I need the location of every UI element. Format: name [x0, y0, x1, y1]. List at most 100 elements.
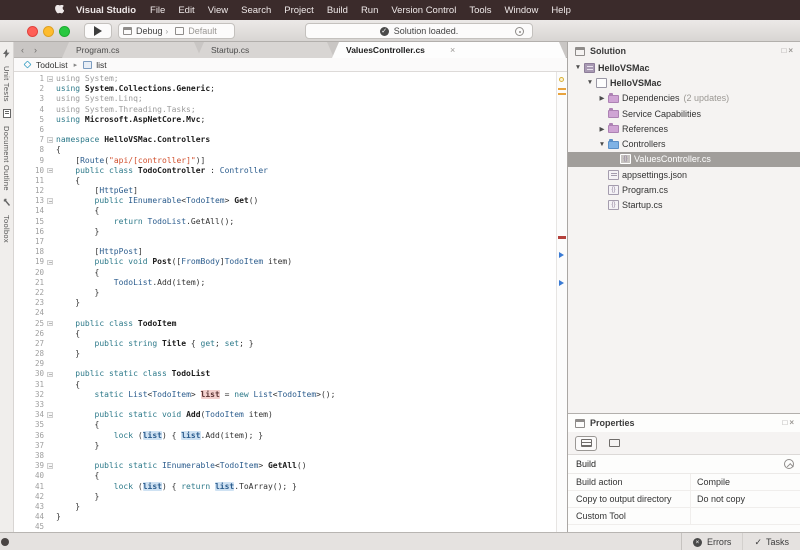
line-number: 10	[14, 166, 44, 176]
menu-item-tools[interactable]: Tools	[469, 5, 491, 16]
code-token: Post	[152, 257, 171, 266]
line-number: 15	[14, 217, 44, 227]
chevron-down-icon[interactable]: ▼	[586, 79, 594, 86]
code-line: 44}	[14, 512, 556, 522]
tab-program-cs[interactable]: Program.cs	[62, 42, 201, 58]
menu-item-project[interactable]: Project	[284, 5, 314, 16]
code-token: TodoItem	[225, 257, 264, 266]
fold-marker-icon[interactable]	[47, 168, 53, 174]
property-label: Copy to output directory	[568, 491, 691, 507]
close-window-button[interactable]	[27, 26, 38, 37]
chevron-down-icon[interactable]: ▼	[574, 64, 582, 71]
sidebar-tab-unit-tests[interactable]: Unit Tests	[0, 48, 13, 102]
fold-marker-icon[interactable]	[47, 137, 53, 143]
folder-purple-icon	[608, 125, 619, 133]
properties-view-button[interactable]	[575, 436, 597, 451]
navigate-forward-button[interactable]: ›	[34, 45, 37, 55]
property-row-custom-tool[interactable]: Custom Tool	[568, 508, 800, 525]
breadcrumb-member[interactable]: list	[96, 60, 106, 70]
highlighted-symbol: list	[215, 482, 234, 491]
tree-item-references[interactable]: ▶References	[568, 121, 800, 136]
vs-mac-window: Visual Studio File Edit View Search Project B…	[0, 0, 800, 550]
menu-item-window[interactable]: Window	[505, 5, 539, 16]
tree-item-startup-cs[interactable]: Startup.cs	[568, 198, 800, 213]
code-editor[interactable]: 1using System;2using System.Collections.…	[14, 72, 556, 532]
run-configuration-selector[interactable]: Debug › Default	[118, 23, 235, 39]
code-token	[56, 369, 75, 378]
code-token: TodoItem	[138, 319, 177, 328]
apple-icon[interactable]	[55, 5, 64, 16]
menu-item-file[interactable]: File	[150, 5, 165, 16]
code-token: TodoList	[172, 369, 211, 378]
feedback-icon[interactable]	[1, 538, 9, 546]
app-menu[interactable]: Visual Studio	[76, 5, 136, 16]
close-pad-button[interactable]: ×	[788, 46, 795, 55]
chevron-right-icon[interactable]: ▶	[598, 94, 606, 102]
code-line: 23 }	[14, 298, 556, 308]
fold-column	[44, 461, 56, 471]
menu-item-run[interactable]: Run	[361, 5, 378, 16]
fold-marker-icon[interactable]	[47, 260, 53, 266]
properties-sort-button[interactable]	[603, 436, 625, 451]
fold-marker-icon[interactable]	[47, 463, 53, 469]
target-icon[interactable]	[515, 27, 524, 36]
tree-item-hellovsmac[interactable]: ▼HelloVSMac	[568, 60, 800, 75]
fold-marker-icon[interactable]	[47, 412, 53, 418]
run-target-label: Default	[188, 26, 217, 36]
fold-marker-icon[interactable]	[47, 198, 53, 204]
fold-marker-icon[interactable]	[47, 321, 53, 327]
code-token: Title	[162, 339, 186, 348]
menu-item-help[interactable]: Help	[551, 5, 571, 16]
tab-valuescontroller-cs[interactable]: ValuesController.cs×	[332, 42, 566, 58]
menu-item-search[interactable]: Search	[241, 5, 271, 16]
wrench-icon	[3, 197, 11, 215]
code-token: {	[56, 329, 80, 338]
sidebar-tab-toolbox[interactable]: Toolbox	[0, 197, 13, 243]
tree-item-valuescontroller-cs[interactable]: ValuesController.cs	[568, 152, 800, 167]
sort-icon	[609, 439, 620, 447]
minimize-window-button[interactable]	[43, 26, 54, 37]
breadcrumb-type[interactable]: TodoList	[36, 60, 68, 70]
menu-item-edit[interactable]: Edit	[178, 5, 194, 16]
fold-column	[44, 217, 56, 227]
fold-marker-icon[interactable]	[47, 76, 53, 82]
sidebar-tab-document-outline[interactable]: Document Outline	[0, 108, 13, 191]
menu-item-version-control[interactable]: Version Control	[391, 5, 456, 16]
tree-item-controllers[interactable]: ▼Controllers	[568, 136, 800, 151]
property-row-build-action[interactable]: Build actionCompile	[568, 474, 800, 491]
fold-marker-icon[interactable]	[47, 372, 53, 378]
code-line: 35 {	[14, 420, 556, 430]
menu-item-view[interactable]: View	[208, 5, 228, 16]
tree-item-service-capabilities[interactable]: Service Capabilities	[568, 106, 800, 121]
tree-item-program-cs[interactable]: Program.cs	[568, 182, 800, 197]
property-row-copy-to-output-directory[interactable]: Copy to output directoryDo not copy	[568, 491, 800, 508]
close-tab-icon[interactable]: ×	[450, 45, 455, 55]
code-text: return TodoList.GetAll();	[56, 217, 234, 227]
tree-item-appsettings-json[interactable]: appsettings.json	[568, 167, 800, 182]
properties-section-build[interactable]: Build	[568, 455, 800, 474]
code-token: {	[56, 380, 80, 389]
errors-button[interactable]: × Errors	[682, 533, 743, 550]
property-value[interactable]: Compile	[691, 477, 730, 487]
sidebar-tab-label: Unit Tests	[2, 66, 11, 102]
code-token: :	[205, 166, 219, 175]
tasks-button[interactable]: ✓ Tasks	[742, 533, 800, 550]
menu-bar: Visual Studio File Edit View Search Project B…	[0, 0, 800, 20]
tree-item-dependencies[interactable]: ▶Dependencies(2 updates)	[568, 91, 800, 106]
run-button[interactable]	[84, 23, 112, 39]
tree-item-hellovsmac[interactable]: ▼HelloVSMac	[568, 75, 800, 90]
code-text: using System.Linq;	[56, 94, 143, 104]
tab-startup-cs[interactable]: Startup.cs	[197, 42, 334, 58]
property-value[interactable]: Do not copy	[691, 494, 745, 504]
code-token: public static class	[75, 369, 167, 378]
navigate-back-button[interactable]: ‹	[21, 45, 24, 55]
zoom-window-button[interactable]	[59, 26, 70, 37]
chevron-down-icon[interactable]: ▼	[598, 141, 606, 148]
collapse-section-icon[interactable]	[784, 459, 794, 469]
close-pad-button[interactable]: ×	[789, 418, 796, 427]
editor-scrollbar[interactable]	[556, 72, 567, 532]
code-token: public class	[75, 319, 133, 328]
menu-item-build[interactable]: Build	[327, 5, 348, 16]
right-dock: Solution □× ▼HelloVSMac▼HelloVSMac▶Depen…	[567, 42, 800, 532]
chevron-right-icon[interactable]: ▶	[598, 125, 606, 133]
